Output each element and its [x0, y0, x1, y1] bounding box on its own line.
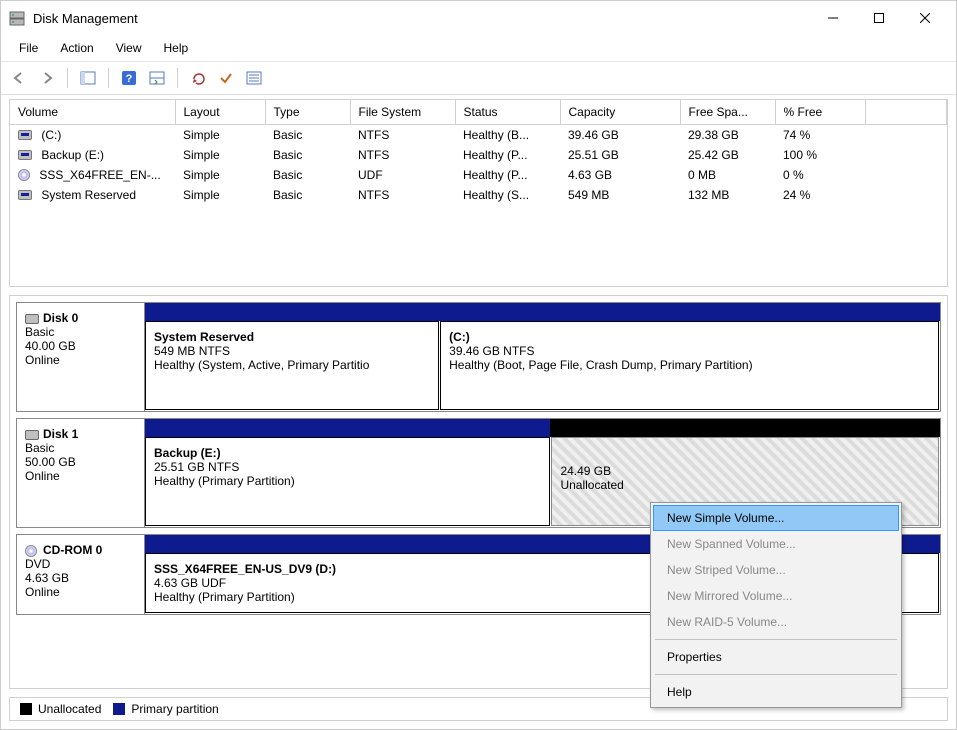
dvd-icon — [18, 169, 30, 181]
swatch-primary — [113, 703, 125, 715]
svg-text:?: ? — [126, 73, 133, 85]
disk-info[interactable]: Disk 0 Basic 40.00 GB Online — [17, 303, 145, 411]
back-button[interactable] — [7, 66, 31, 90]
window-title: Disk Management — [33, 11, 810, 26]
partition-system-reserved[interactable]: System Reserved 549 MB NTFS Healthy (Sys… — [145, 321, 439, 410]
menubar: File Action View Help — [1, 35, 956, 62]
table-row[interactable]: (C:)SimpleBasicNTFSHealthy (B...39.46 GB… — [10, 124, 947, 145]
swatch-unallocated — [20, 703, 32, 715]
maximize-button[interactable] — [856, 3, 902, 33]
legend-primary-label: Primary partition — [131, 702, 218, 716]
ctx-help[interactable]: Help — [653, 679, 899, 705]
partition-c[interactable]: (C:) 39.46 GB NTFS Healthy (Boot, Page F… — [440, 321, 939, 410]
volume-icon — [18, 130, 32, 140]
disk-row[interactable]: Disk 0 Basic 40.00 GB Online System Rese… — [16, 302, 941, 412]
toolbar-separator — [177, 68, 178, 88]
col-type[interactable]: Type — [265, 100, 350, 124]
hdd-icon — [25, 314, 39, 324]
toolbar-separator — [67, 68, 68, 88]
menu-action[interactable]: Action — [50, 37, 103, 59]
volume-list[interactable]: Volume Layout Type File System Status Ca… — [9, 99, 948, 287]
table-row[interactable]: System ReservedSimpleBasicNTFSHealthy (S… — [10, 185, 947, 205]
toolbar: ? — [1, 62, 956, 95]
col-status[interactable]: Status — [455, 100, 560, 124]
context-menu-separator — [655, 639, 897, 640]
legend-unallocated-label: Unallocated — [38, 702, 101, 716]
col-capacity[interactable]: Capacity — [560, 100, 680, 124]
ctx-properties[interactable]: Properties — [653, 644, 899, 670]
close-button[interactable] — [902, 3, 948, 33]
col-free-space[interactable]: Free Spa... — [680, 100, 775, 124]
volume-icon — [18, 190, 32, 200]
app-icon — [9, 10, 25, 26]
panel-toggle-icon[interactable] — [76, 66, 100, 90]
table-row[interactable]: SSS_X64FREE_EN-...SimpleBasicUDFHealthy … — [10, 165, 947, 185]
ctx-new-simple-volume[interactable]: New Simple Volume... — [653, 505, 899, 531]
context-menu-separator — [655, 674, 897, 675]
dvd-icon — [25, 545, 37, 557]
context-menu: New Simple Volume... New Spanned Volume.… — [650, 502, 902, 708]
disk-info[interactable]: CD-ROM 0 DVD 4.63 GB Online — [17, 535, 145, 614]
ctx-new-striped-volume: New Striped Volume... — [653, 557, 899, 583]
col-pct-free[interactable]: % Free — [775, 100, 865, 124]
ctx-new-mirrored-volume: New Mirrored Volume... — [653, 583, 899, 609]
toolbar-separator — [108, 68, 109, 88]
disk-info[interactable]: Disk 1 Basic 50.00 GB Online — [17, 419, 145, 527]
forward-button[interactable] — [35, 66, 59, 90]
layout-icon[interactable] — [145, 66, 169, 90]
list-icon[interactable] — [242, 66, 266, 90]
check-icon[interactable] — [214, 66, 238, 90]
menu-help[interactable]: Help — [154, 37, 199, 59]
titlebar: Disk Management — [1, 1, 956, 35]
hdd-icon — [25, 430, 39, 440]
help-icon[interactable]: ? — [117, 66, 141, 90]
menu-file[interactable]: File — [9, 37, 48, 59]
col-layout[interactable]: Layout — [175, 100, 265, 124]
table-row[interactable]: Backup (E:)SimpleBasicNTFSHealthy (P...2… — [10, 145, 947, 165]
column-header-row[interactable]: Volume Layout Type File System Status Ca… — [10, 100, 947, 124]
col-volume[interactable]: Volume — [10, 100, 175, 124]
minimize-button[interactable] — [810, 3, 856, 33]
ctx-new-spanned-volume: New Spanned Volume... — [653, 531, 899, 557]
ctx-new-raid5-volume: New RAID-5 Volume... — [653, 609, 899, 635]
refresh-icon[interactable] — [186, 66, 210, 90]
volume-icon — [18, 150, 32, 160]
menu-view[interactable]: View — [106, 37, 152, 59]
partition-backup-e[interactable]: Backup (E:) 25.51 GB NTFS Healthy (Prima… — [145, 437, 550, 526]
col-filesystem[interactable]: File System — [350, 100, 455, 124]
